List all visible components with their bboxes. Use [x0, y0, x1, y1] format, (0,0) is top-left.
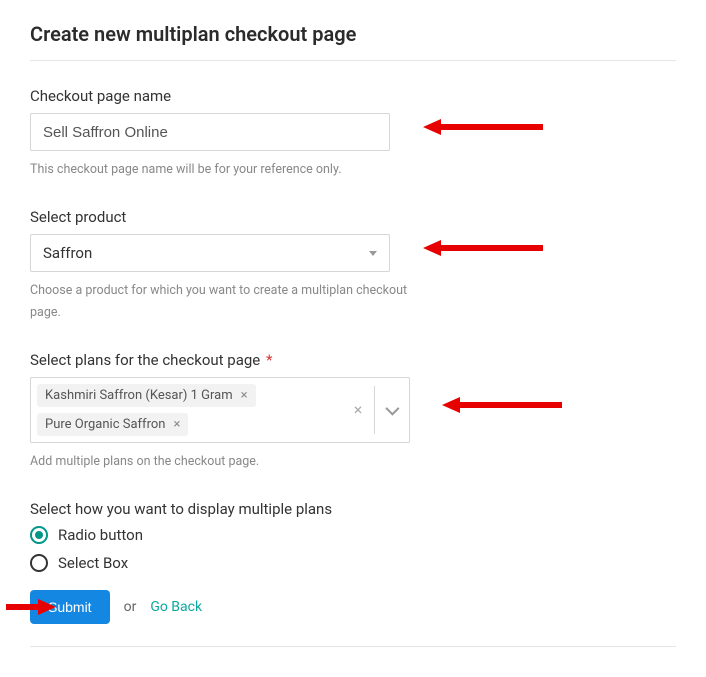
product-select-value: Saffron: [43, 244, 92, 262]
submit-button[interactable]: Submit: [30, 590, 110, 624]
radio-icon: [30, 554, 48, 572]
plans-helper: Add multiple plans on the checkout page.: [30, 451, 430, 472]
tag-remove-icon[interactable]: ×: [173, 418, 180, 431]
checkout-name-helper: This checkout page name will be for your…: [30, 159, 430, 180]
radio-option-radio-button[interactable]: Radio button: [30, 526, 676, 544]
radio-option-label: Select Box: [58, 554, 128, 572]
multiselect-toggle[interactable]: [375, 405, 407, 415]
plans-multiselect[interactable]: Kashmiri Saffron (Kesar) 1 Gram × Pure O…: [30, 377, 410, 443]
annotation-arrow: [423, 117, 553, 137]
checkout-name-label: Checkout page name: [30, 87, 676, 105]
field-checkout-name: Checkout page name This checkout page na…: [30, 87, 676, 180]
plan-tag: Kashmiri Saffron (Kesar) 1 Gram ×: [37, 384, 256, 407]
required-marker: *: [266, 351, 272, 369]
page-title: Create new multiplan checkout page: [30, 22, 676, 46]
display-radio-group: Radio button Select Box: [30, 526, 676, 572]
field-product: Select product Saffron Choose a product …: [30, 208, 676, 323]
annotation-arrow: [442, 395, 572, 415]
plans-label: Select plans for the checkout page *: [30, 351, 676, 369]
chevron-down-icon: [385, 401, 399, 415]
plan-tag-label: Pure Organic Saffron: [45, 417, 165, 432]
multiselect-controls: ×: [340, 378, 409, 442]
tag-remove-icon[interactable]: ×: [241, 389, 248, 402]
radio-option-select-box[interactable]: Select Box: [30, 554, 676, 572]
go-back-link[interactable]: Go Back: [150, 599, 202, 615]
product-label: Select product: [30, 208, 676, 226]
field-display-mode: Select how you want to display multiple …: [30, 500, 676, 572]
product-select[interactable]: Saffron: [30, 234, 390, 272]
radio-icon: [30, 526, 48, 544]
field-plans: Select plans for the checkout page * Kas…: [30, 351, 676, 472]
form-actions: Submit or Go Back: [30, 590, 676, 624]
plans-label-text: Select plans for the checkout page: [30, 351, 260, 369]
caret-down-icon: [369, 251, 377, 256]
clear-all-icon[interactable]: ×: [342, 400, 374, 419]
plan-tag: Pure Organic Saffron ×: [37, 413, 188, 436]
plans-tags-container: Kashmiri Saffron (Kesar) 1 Gram × Pure O…: [31, 378, 340, 442]
plan-tag-label: Kashmiri Saffron (Kesar) 1 Gram: [45, 388, 233, 403]
radio-option-label: Radio button: [58, 526, 143, 544]
or-separator: or: [124, 599, 137, 615]
checkout-name-input[interactable]: [30, 113, 390, 151]
product-helper: Choose a product for which you want to c…: [30, 280, 430, 323]
annotation-arrow: [423, 238, 553, 258]
display-label: Select how you want to display multiple …: [30, 500, 676, 518]
divider-top: [30, 60, 676, 61]
divider-bottom: [30, 646, 676, 647]
